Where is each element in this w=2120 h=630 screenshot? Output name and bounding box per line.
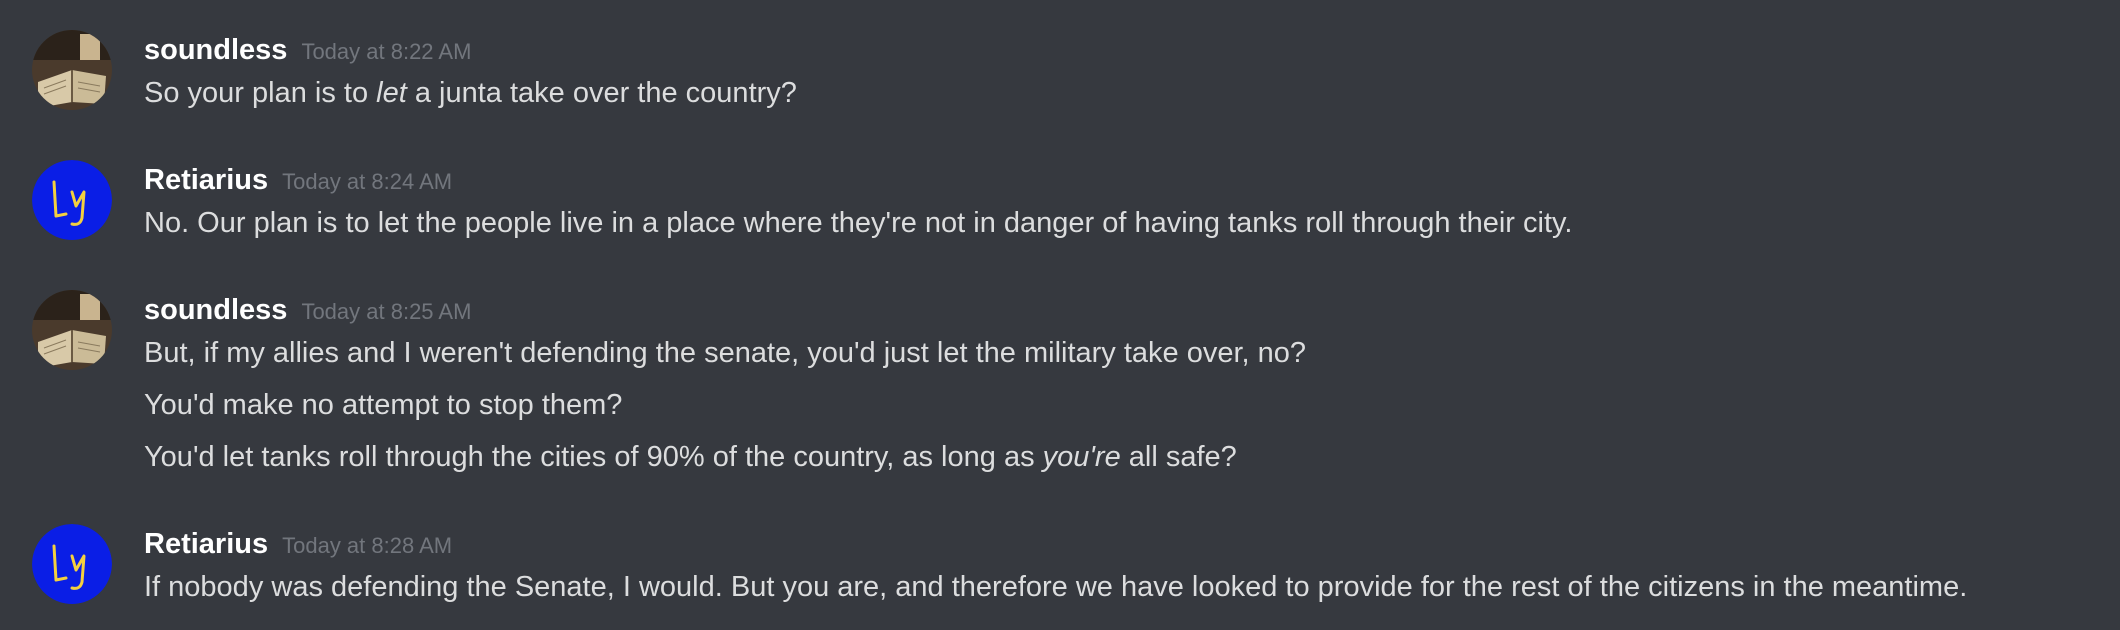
avatar-retiarius[interactable] — [32, 524, 112, 604]
avatar-soundless[interactable] — [32, 290, 112, 370]
open-book-photo-icon — [32, 30, 112, 110]
message-header: Retiarius Today at 8:24 AM — [144, 160, 452, 200]
message-text: So your plan is to let a junta take over… — [144, 77, 797, 109]
message-text: You'd let tanks roll through the cities … — [144, 441, 1237, 473]
username[interactable]: soundless — [144, 34, 287, 66]
chat-messages: soundless Today at 8:22 AM So your plan i… — [0, 0, 2120, 630]
timestamp[interactable]: Today at 8:24 AM — [282, 169, 452, 194]
message-header: soundless Today at 8:25 AM — [144, 290, 471, 330]
username[interactable]: Retiarius — [144, 164, 268, 196]
username[interactable]: Retiarius — [144, 528, 268, 560]
avatar-retiarius[interactable] — [32, 160, 112, 240]
message-text: But, if my allies and I weren't defendin… — [144, 337, 1307, 369]
message-text: No. Our plan is to let the people live i… — [144, 207, 1573, 239]
italic-text: you're — [1042, 441, 1121, 473]
username[interactable]: soundless — [144, 294, 287, 326]
message-text: You'd make no attempt to stop them? — [144, 389, 623, 421]
italic-text: let — [376, 77, 407, 109]
message-text: If nobody was defending the Senate, I wo… — [144, 571, 1968, 603]
avatar-soundless[interactable] — [32, 30, 112, 110]
timestamp[interactable]: Today at 8:22 AM — [301, 39, 471, 64]
timestamp[interactable]: Today at 8:25 AM — [301, 299, 471, 324]
open-book-photo-icon — [32, 290, 112, 370]
message-header: soundless Today at 8:22 AM — [144, 30, 471, 70]
handwritten-ly-icon — [32, 524, 112, 604]
handwritten-ly-icon — [32, 160, 112, 240]
message-header: Retiarius Today at 8:28 AM — [144, 524, 452, 564]
timestamp[interactable]: Today at 8:28 AM — [282, 533, 452, 558]
